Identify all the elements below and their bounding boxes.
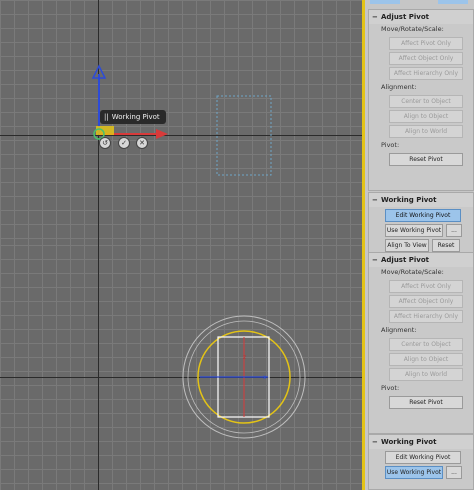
working-pivot-header[interactable]: − Working Pivot [369, 193, 473, 207]
gizmo-x-label: x [263, 374, 267, 381]
collapse-icon: − [372, 13, 378, 21]
use-working-pivot-row-2: Use Working Pivot ... [369, 466, 473, 479]
undo-icon[interactable]: ↺ [99, 137, 111, 149]
affect-object-only-button[interactable]: Affect Object Only [389, 52, 463, 65]
collapse-icon: − [372, 438, 378, 446]
bottom-scene: z x [182, 315, 306, 439]
cancel-icon[interactable]: ✕ [136, 137, 148, 149]
align-to-view-button[interactable]: Align To View [385, 239, 429, 252]
align-reset-row: Align To View Reset [369, 239, 473, 252]
working-pivot-options-button[interactable]: ... [446, 224, 462, 237]
adjust-pivot-header-2[interactable]: − Adjust Pivot [369, 253, 473, 267]
use-working-pivot-button[interactable]: Use Working Pivot [385, 224, 443, 237]
edit-working-pivot-button-2[interactable]: Edit Working Pivot [385, 451, 461, 464]
working-pivot-options-button-2[interactable]: ... [446, 466, 462, 479]
gizmo-x-arrowhead[interactable] [156, 129, 168, 139]
adjust-pivot-rollout: − Adjust Pivot Move/Rotate/Scale: Affect… [368, 9, 474, 191]
adjust-pivot-rollout-2: − Adjust Pivot Move/Rotate/Scale: Affect… [368, 252, 474, 434]
affect-hierarchy-only-button[interactable]: Affect Hierarchy Only [389, 67, 463, 80]
affect-hierarchy-only-button-2[interactable]: Affect Hierarchy Only [389, 310, 463, 323]
panel-tab-1[interactable] [370, 0, 400, 4]
top-scene [91, 64, 272, 176]
collapse-icon: − [372, 196, 378, 204]
edit-working-pivot-button[interactable]: Edit Working Pivot [385, 209, 461, 222]
reset-pivot-button[interactable]: Reset Pivot [389, 153, 463, 166]
use-working-pivot-row: Use Working Pivot ... [369, 224, 473, 237]
gizmo-z-label: z [243, 354, 246, 361]
center-to-object-button[interactable]: Center to Object [389, 95, 463, 108]
working-pivot-rollout-2: − Working Pivot Edit Working Pivot Use W… [368, 434, 474, 490]
use-working-pivot-button-2[interactable]: Use Working Pivot [385, 466, 443, 479]
panel-highlight-border [362, 0, 365, 490]
working-pivot-tooltip: || Working Pivot [100, 110, 166, 124]
alignment-label-2: Alignment: [381, 326, 417, 334]
collapse-icon: − [372, 256, 378, 264]
align-to-world-button[interactable]: Align to World [389, 125, 463, 138]
viewport-bottom[interactable]: z x [0, 245, 362, 490]
reset-pivot-button-2[interactable]: Reset Pivot [389, 396, 463, 409]
affect-pivot-only-button-2[interactable]: Affect Pivot Only [389, 280, 463, 293]
pin-icon: || [104, 113, 109, 121]
confirm-icon[interactable]: ✓ [118, 137, 130, 149]
panel-tab-2[interactable] [438, 0, 468, 4]
tooltip-label: Working Pivot [111, 113, 160, 121]
object-outline[interactable] [216, 95, 272, 176]
reset-button[interactable]: Reset [432, 239, 460, 252]
adjust-pivot-header[interactable]: − Adjust Pivot [369, 10, 473, 24]
center-to-object-button-2[interactable]: Center to Object [389, 338, 463, 351]
move-rotate-scale-label-2: Move/Rotate/Scale: [381, 268, 444, 276]
pivot-label-2: Pivot: [381, 384, 400, 392]
affect-pivot-only-button[interactable]: Affect Pivot Only [389, 37, 463, 50]
align-to-object-button-2[interactable]: Align to Object [389, 353, 463, 366]
working-pivot-rollout: − Working Pivot Edit Working Pivot Use W… [368, 192, 474, 254]
move-rotate-scale-label: Move/Rotate/Scale: [381, 25, 444, 33]
working-pivot-header-2[interactable]: − Working Pivot [369, 435, 473, 449]
viewport-top[interactable]: || Working Pivot ↺ ✓ ✕ [0, 0, 362, 245]
gizmo-plane-handle[interactable] [96, 126, 114, 135]
align-to-world-button-2[interactable]: Align to World [389, 368, 463, 381]
alignment-label: Alignment: [381, 83, 417, 91]
align-to-object-button[interactable]: Align to Object [389, 110, 463, 123]
pivot-label: Pivot: [381, 141, 400, 149]
affect-object-only-button-2[interactable]: Affect Object Only [389, 295, 463, 308]
